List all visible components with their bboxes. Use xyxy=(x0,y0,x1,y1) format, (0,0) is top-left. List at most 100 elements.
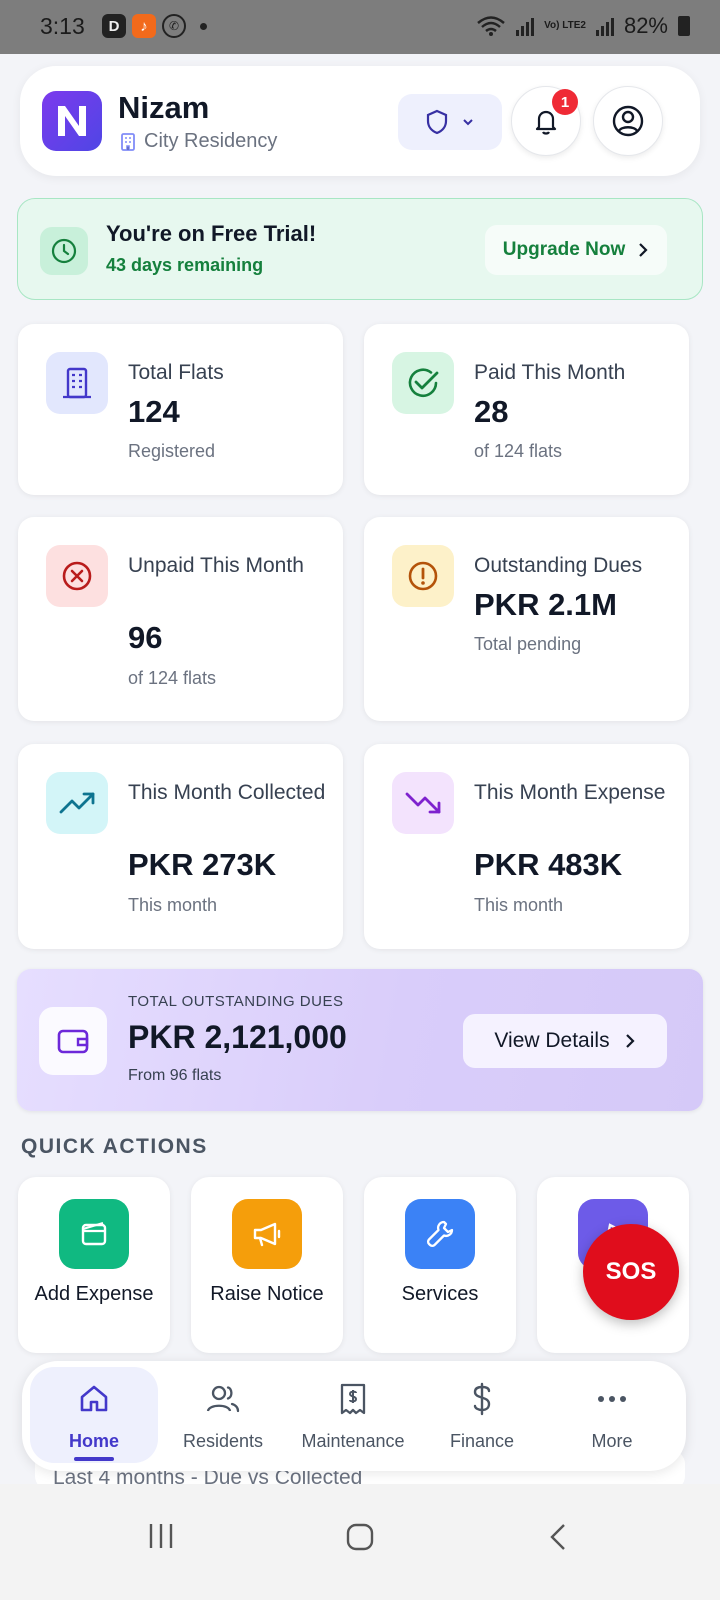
more-notifications-dot xyxy=(200,22,207,30)
collected-value: PKR 273K xyxy=(128,847,277,882)
free-trial-banner: You're on Free Trial! 43 days remaining … xyxy=(17,198,703,300)
app-name: Nizam xyxy=(118,90,210,125)
wrench-icon-wrap xyxy=(405,1199,475,1269)
add-expense-label: Add Expense xyxy=(34,1283,154,1305)
profile-button[interactable] xyxy=(593,86,663,156)
x-circle-icon xyxy=(62,561,92,591)
add-expense-action[interactable]: Add Expense xyxy=(18,1177,170,1353)
raise-notice-label: Raise Notice xyxy=(210,1283,324,1305)
total-flats-note: Registered xyxy=(128,441,216,461)
battery-icon xyxy=(678,16,690,36)
nav-residents-label: Residents xyxy=(182,1431,264,1451)
home-system-button[interactable] xyxy=(345,1522,375,1552)
outstanding-label: Outstanding Dues xyxy=(474,554,643,577)
dues-caption: TOTAL OUTSTANDING DUES xyxy=(128,993,344,1010)
nav-home-label: Home xyxy=(68,1431,119,1451)
wrench-icon xyxy=(426,1220,454,1248)
nav-home[interactable]: Home xyxy=(30,1367,158,1463)
status-app-icons: D ♪ ✆ xyxy=(102,14,207,38)
paid-this-month-card[interactable]: Paid This Month 28 of 124 flats xyxy=(364,324,689,495)
unpaid-this-month-card[interactable]: Unpaid This Month 96 of 124 flats xyxy=(18,517,343,721)
trial-title: You're on Free Trial! xyxy=(106,221,317,246)
app-logo xyxy=(42,91,102,151)
app-header: Nizam City Residency 1 xyxy=(20,66,700,176)
nav-residents[interactable]: Residents xyxy=(159,1367,287,1463)
megaphone-icon xyxy=(253,1222,281,1247)
battery-percent: 82% xyxy=(623,13,668,38)
notifications-button[interactable]: 1 xyxy=(511,86,581,156)
network-label: Vo) LTE2 xyxy=(544,20,586,31)
view-details-button[interactable]: View Details xyxy=(463,1014,667,1068)
trend-down-icon xyxy=(405,792,441,814)
total-flats-value: 124 xyxy=(128,394,180,429)
nav-active-indicator xyxy=(74,1457,114,1461)
check-circle-icon xyxy=(408,368,439,398)
services-label: Services xyxy=(401,1283,479,1305)
trial-remaining: 43 days remaining xyxy=(106,255,264,275)
orange-app-icon: ♪ xyxy=(132,14,156,38)
clock-icon xyxy=(51,238,77,264)
unpaid-value: 96 xyxy=(128,620,163,655)
paid-note: of 124 flats xyxy=(474,441,563,461)
total-outstanding-banner: TOTAL OUTSTANDING DUES PKR 2,121,000 Fro… xyxy=(17,969,703,1111)
whatsapp-icon: ✆ xyxy=(162,14,186,38)
expense-value: PKR 483K xyxy=(474,847,623,882)
sos-button[interactable]: SOS xyxy=(583,1224,679,1320)
bottom-navigation: Home Residents Maintenance Finance More xyxy=(22,1361,686,1471)
nav-finance-label: Finance xyxy=(449,1431,515,1451)
back-button[interactable] xyxy=(548,1522,568,1552)
trend-up-icon-wrap xyxy=(46,772,108,834)
nav-maintenance[interactable]: Maintenance xyxy=(289,1367,417,1463)
raise-notice-action[interactable]: Raise Notice xyxy=(191,1177,343,1353)
chevron-right-icon xyxy=(639,243,648,257)
nav-more-label: More xyxy=(591,1431,633,1451)
user-circle-icon xyxy=(612,105,644,137)
building-icon-wrap xyxy=(46,352,108,414)
x-circle-icon-wrap xyxy=(46,545,108,607)
society-name: City Residency xyxy=(118,130,277,153)
wifi-icon xyxy=(477,16,505,36)
this-month-expense-card[interactable]: This Month Expense PKR 483K This month xyxy=(364,744,689,949)
this-month-collected-card[interactable]: This Month Collected PKR 273K This month xyxy=(18,744,343,949)
paid-label: Paid This Month xyxy=(474,361,626,384)
unpaid-note: of 124 flats xyxy=(128,668,217,688)
dollar-icon xyxy=(473,1382,491,1416)
trend-up-icon xyxy=(59,792,95,814)
outstanding-note: Total pending xyxy=(474,634,582,654)
notification-badge: 1 xyxy=(552,89,578,115)
building-icon xyxy=(121,132,135,151)
role-selector-button[interactable] xyxy=(398,94,502,150)
nav-more[interactable]: More xyxy=(548,1367,676,1463)
signal-icon-2 xyxy=(595,16,614,36)
more-icon xyxy=(598,1396,626,1402)
outstanding-dues-card[interactable]: Outstanding Dues PKR 2.1M Total pending xyxy=(364,517,689,721)
building-icon xyxy=(63,367,91,399)
chevron-right-icon xyxy=(625,1034,635,1048)
quick-actions-title: QUICK ACTIONS xyxy=(21,1135,208,1158)
status-time: 3:13 xyxy=(40,13,85,39)
paid-value: 28 xyxy=(474,394,509,429)
upgrade-now-button[interactable]: Upgrade Now xyxy=(485,225,667,275)
receipt-icon xyxy=(340,1383,366,1415)
unpaid-label: Unpaid This Month xyxy=(128,554,304,577)
nav-maintenance-label: Maintenance xyxy=(301,1431,405,1451)
total-flats-label: Total Flats xyxy=(128,361,224,384)
nav-finance[interactable]: Finance xyxy=(418,1367,546,1463)
megaphone-icon-wrap xyxy=(232,1199,302,1269)
recent-apps-button[interactable] xyxy=(146,1522,176,1550)
clock-icon-wrap xyxy=(40,227,88,275)
alert-circle-icon xyxy=(408,561,438,591)
services-action[interactable]: Services xyxy=(364,1177,516,1353)
expense-note: This month xyxy=(474,895,564,915)
status-bar: 3:13 D ♪ ✆ Vo) LTE2 82% xyxy=(0,0,720,54)
wallet-icon xyxy=(81,1221,107,1246)
signal-icon xyxy=(516,16,535,36)
society-label: City Residency xyxy=(144,130,278,152)
home-icon xyxy=(80,1385,108,1412)
upgrade-label: Upgrade Now xyxy=(502,239,626,260)
chevron-down-icon xyxy=(463,119,473,126)
status-right: Vo) LTE2 82% xyxy=(476,13,690,39)
outstanding-value: PKR 2.1M xyxy=(474,587,617,622)
collected-label: This Month Collected xyxy=(128,781,326,804)
total-flats-card[interactable]: Total Flats 124 Registered xyxy=(18,324,343,495)
